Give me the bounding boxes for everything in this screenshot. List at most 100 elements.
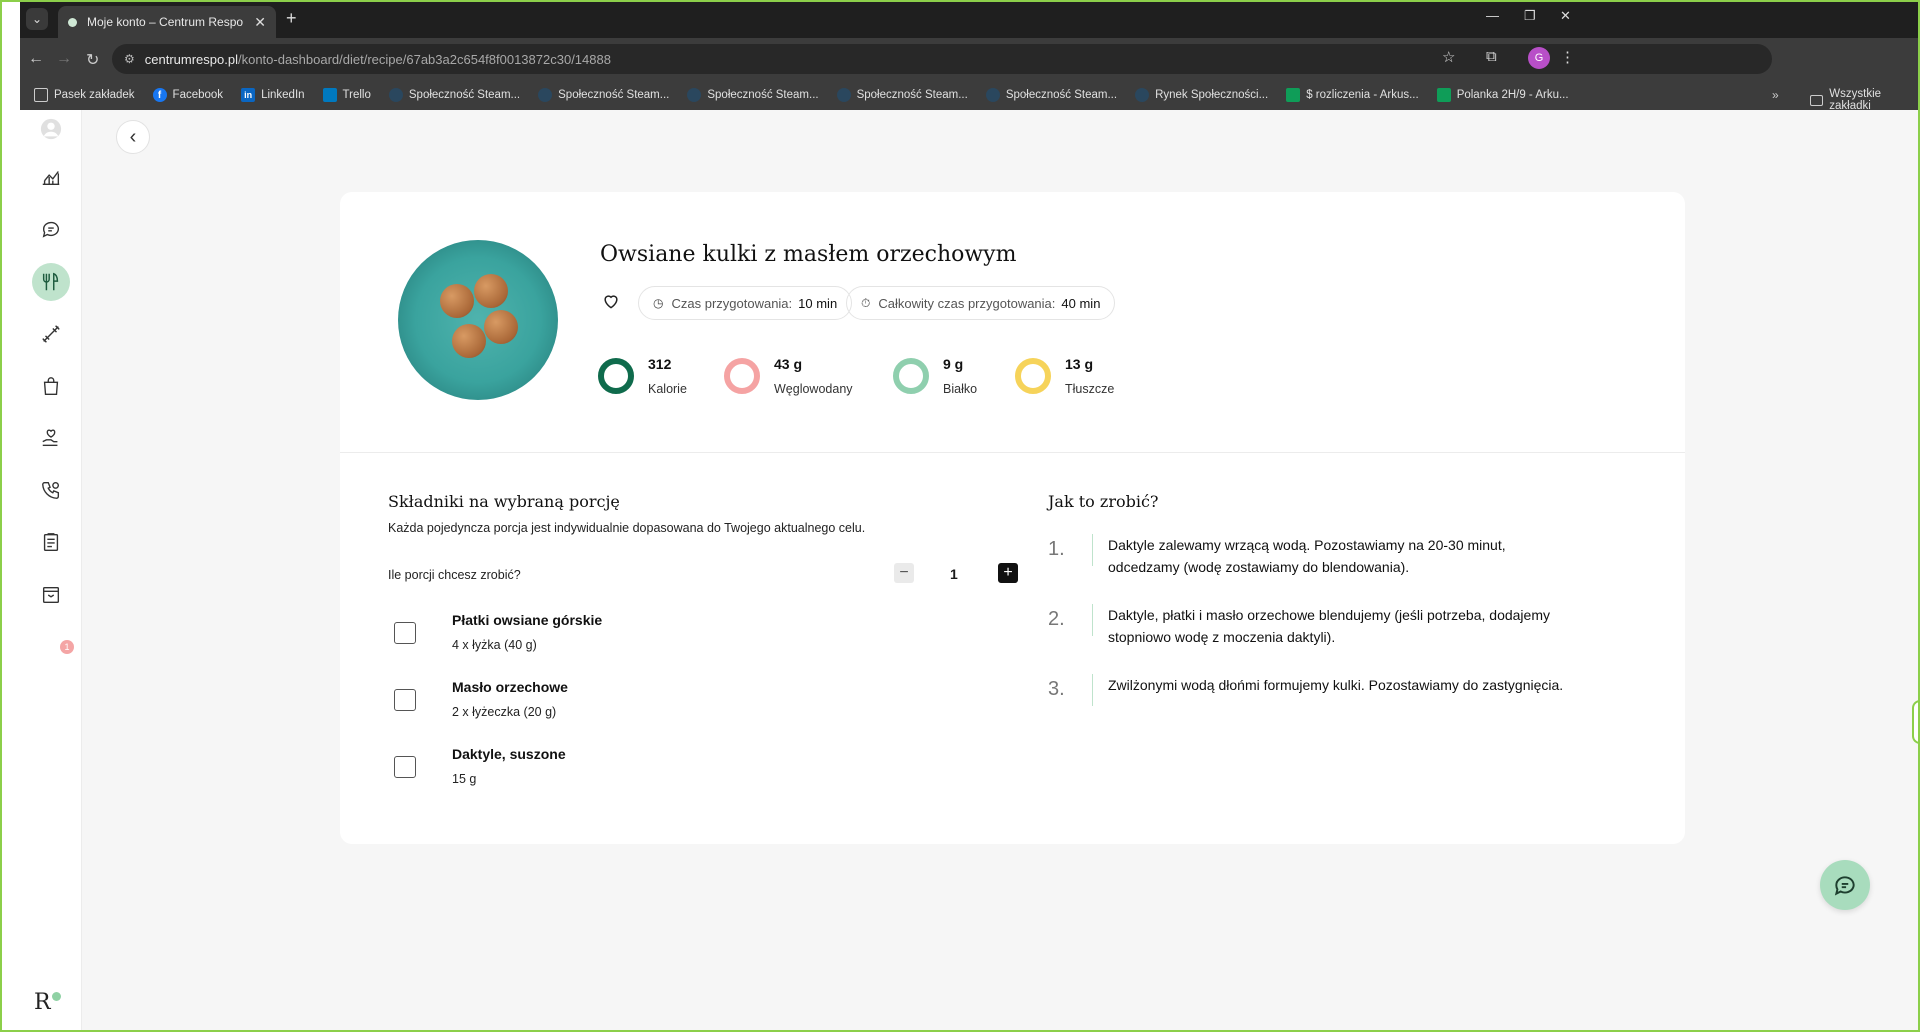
bookmark-label: Społeczność Steam...	[1005, 89, 1118, 101]
bookmark-item[interactable]: Polanka 2H/9 - Arku...	[1436, 88, 1569, 102]
reload-icon[interactable]: ↻	[86, 50, 99, 70]
bookmark-item[interactable]: Społeczność Steam...	[538, 88, 669, 102]
tab-search-icon[interactable]: ⌄	[26, 8, 48, 30]
bookmark-label: Społeczność Steam...	[408, 89, 521, 101]
macro-value: 9 g	[943, 356, 964, 372]
step-text: Daktyle, płatki i masło orzechowe blendu…	[1108, 607, 1550, 645]
browser-tab[interactable]: Moje konto – Centrum Respo ✕	[58, 6, 276, 38]
favorite-heart-icon[interactable]	[598, 288, 624, 314]
bookmark-item[interactable]: in LinkedIn	[241, 88, 305, 102]
timer-icon: ⏱	[861, 295, 871, 310]
chat-icon[interactable]	[32, 210, 70, 248]
bookmark-item[interactable]: Społeczność Steam...	[836, 88, 968, 102]
ingredient-quantity: 15 g	[452, 772, 477, 786]
window-close-icon[interactable]: ✕	[1560, 8, 1571, 24]
chevron-left-icon: ‹	[129, 125, 137, 148]
bookmark-label: $ rozliczenia - Arkus...	[1306, 89, 1419, 101]
portions-label: Ile porcji chcesz zrobić?	[388, 568, 521, 582]
bookmark-label: Społeczność Steam...	[856, 89, 968, 101]
macro-label: Kalorie	[648, 382, 687, 396]
new-tab-icon[interactable]: +	[286, 8, 297, 29]
recipe-title: Owsiane kulki z masłem orzechowym	[600, 242, 1017, 267]
care-hand-icon[interactable]	[32, 419, 70, 457]
ingredient-checkbox[interactable]	[394, 756, 416, 778]
bookmark-item[interactable]: f Facebook	[152, 88, 223, 102]
bookmark-item[interactable]: Trello	[322, 88, 371, 102]
ingredient-name: Daktyle, suszone	[452, 746, 566, 762]
forward-arrow-icon[interactable]: →	[56, 50, 72, 68]
portions-value: 1	[950, 566, 958, 582]
recipe-image	[398, 240, 558, 400]
oat-ball	[452, 324, 486, 358]
bookmark-star-icon[interactable]: ☆	[1442, 48, 1455, 66]
site-favicon-icon	[68, 17, 77, 27]
clipboard-list-icon[interactable]	[32, 523, 70, 561]
macro-protein: 9 g Białko	[893, 354, 977, 396]
notification-badge: 1	[60, 640, 74, 654]
tab-title: Moje konto – Centrum Respo	[87, 15, 244, 29]
folder-icon	[34, 88, 48, 102]
step-number: 1.	[1048, 538, 1065, 560]
step-text: Daktyle zalewamy wrzącą wodą. Pozostawia…	[1108, 537, 1506, 575]
diet-cutlery-icon[interactable]	[32, 263, 70, 301]
user-avatar-icon[interactable]	[32, 110, 70, 148]
minimize-icon[interactable]: —	[1486, 8, 1499, 23]
oat-ball	[474, 274, 508, 308]
calories-ring	[598, 358, 634, 394]
ingredient-checkbox[interactable]	[394, 622, 416, 644]
bookmark-item[interactable]: $ rozliczenia - Arkus...	[1286, 88, 1419, 102]
profile-avatar[interactable]: G	[1528, 47, 1550, 69]
step-number: 3.	[1048, 678, 1065, 700]
oat-ball	[440, 284, 474, 318]
chat-support-button[interactable]	[1820, 860, 1870, 910]
bookmark-label: Polanka 2H/9 - Arku...	[1456, 89, 1569, 101]
step-number: 2.	[1048, 608, 1065, 630]
url-text: centrumrespo.pl/konto-dashboard/diet/rec…	[145, 52, 611, 67]
prep-time-value: 10 min	[798, 295, 838, 311]
bookmark-label: Pasek zakładek	[54, 89, 135, 101]
macro-value: 312	[648, 356, 672, 372]
logo-dot	[51, 992, 61, 1001]
phone-call-icon[interactable]	[32, 471, 70, 509]
bookmark-item[interactable]: Pasek zakładek	[34, 88, 135, 102]
carbs-ring	[724, 358, 760, 394]
all-bookmarks[interactable]: Wszystkie zakładki	[1810, 88, 1920, 112]
progress-chart-icon[interactable]	[32, 158, 70, 196]
site-info-icon[interactable]: ⚙	[124, 52, 135, 66]
steam-icon	[687, 88, 702, 102]
folder-icon	[1810, 94, 1824, 106]
menu-kebab-icon[interactable]: ⋮	[1560, 48, 1575, 66]
increase-portions-button[interactable]: +	[998, 563, 1018, 583]
back-arrow-icon[interactable]: ←	[28, 50, 44, 68]
steps-title: Jak to zrobić?	[1048, 492, 1159, 511]
chevron-double-right-icon[interactable]: »	[1772, 88, 1779, 102]
ingredient-checkbox[interactable]	[394, 689, 416, 711]
step-text: Zwilżonymi wodą dłońmi formujemy kulki. …	[1108, 677, 1564, 693]
back-button[interactable]: ‹	[116, 120, 150, 154]
macro-fat: 13 g Tłuszcze	[1015, 354, 1114, 396]
tab-close-icon[interactable]: ✕	[254, 14, 266, 31]
bookmark-item[interactable]: Społeczność Steam...	[388, 88, 521, 102]
fat-ring	[1015, 358, 1051, 394]
decrease-portions-button[interactable]: −	[894, 563, 914, 583]
protein-ring	[893, 358, 929, 394]
clock-icon: ◷	[653, 296, 664, 310]
bookmark-item[interactable]: Rynek Społeczności...	[1135, 88, 1268, 102]
macro-carbs: 43 g Węglowodany	[724, 354, 853, 396]
oat-ball	[484, 310, 518, 344]
shopping-bag-icon[interactable]	[32, 367, 70, 405]
side-edge-tab[interactable]	[1912, 700, 1920, 744]
steam-icon	[1135, 88, 1150, 102]
workout-icon[interactable]	[32, 315, 70, 353]
bookmark-label: Społeczność Steam...	[558, 89, 670, 101]
ingredient-quantity: 2 x łyżeczka (20 g)	[452, 705, 557, 719]
bookmark-item[interactable]: Społeczność Steam...	[985, 88, 1118, 102]
linkedin-icon: in	[241, 88, 256, 102]
sheets-icon	[1286, 88, 1301, 102]
steam-icon	[388, 88, 403, 102]
address-bar[interactable]: ⚙ centrumrespo.pl/konto-dashboard/diet/r…	[112, 44, 1772, 74]
bookmark-item[interactable]: Społeczność Steam...	[687, 88, 819, 102]
archive-box-icon[interactable]	[32, 576, 70, 614]
extensions-icon[interactable]: ⧉	[1486, 48, 1497, 65]
restore-icon[interactable]: ❐	[1524, 8, 1536, 24]
